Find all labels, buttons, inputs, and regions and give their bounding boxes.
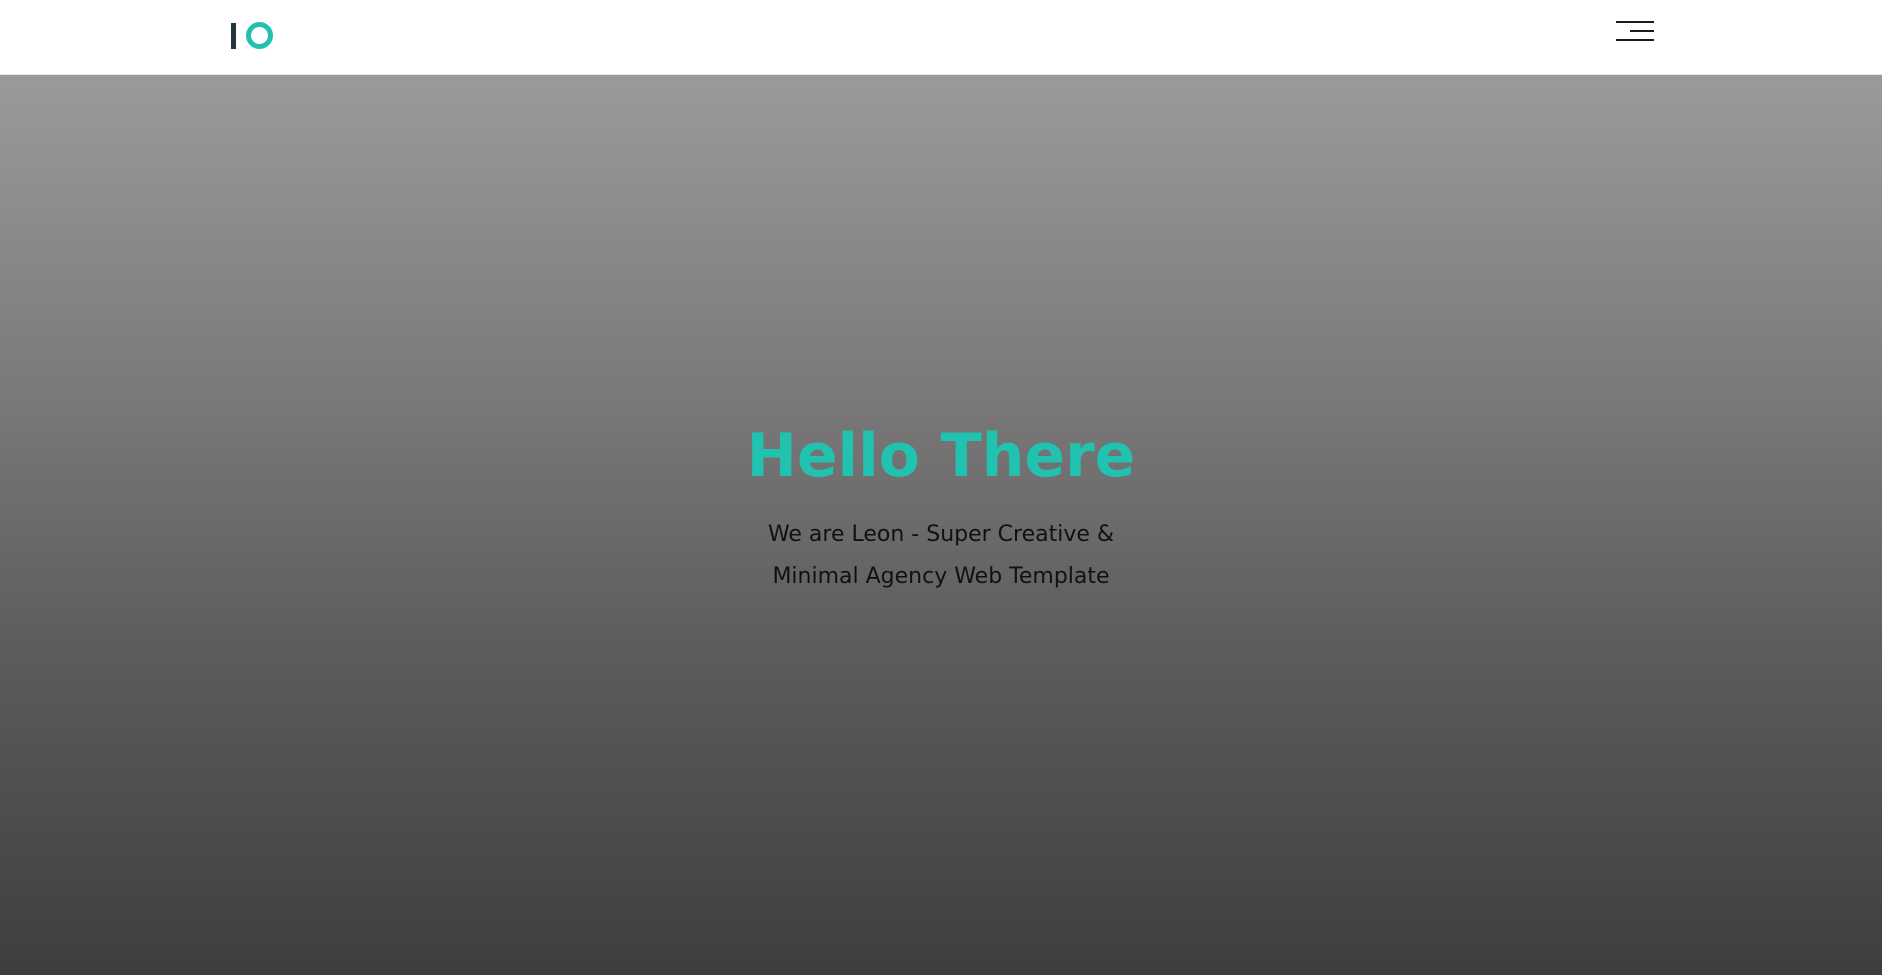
hero-subtitle-line-2: Minimal Agency Web Template bbox=[772, 564, 1110, 589]
hero-content: Hello There We are Leon - Super Creative… bbox=[0, 420, 1882, 598]
hero-subtitle: We are Leon - Super Creative & Minimal A… bbox=[731, 514, 1151, 598]
site-header bbox=[0, 0, 1882, 75]
logo-ring-mark bbox=[246, 22, 273, 49]
hero-section: Hello There We are Leon - Super Creative… bbox=[0, 75, 1882, 975]
hero-subtitle-line-1: We are Leon - Super Creative & bbox=[767, 522, 1115, 547]
hero-title: Hello There bbox=[746, 421, 1136, 491]
logo[interactable] bbox=[231, 21, 273, 51]
menu-line-bottom bbox=[1616, 39, 1654, 41]
menu-line-middle bbox=[1630, 30, 1654, 32]
menu-line-top bbox=[1616, 21, 1654, 23]
logo-bar-mark bbox=[231, 23, 236, 49]
hamburger-menu-icon[interactable] bbox=[1614, 19, 1654, 45]
